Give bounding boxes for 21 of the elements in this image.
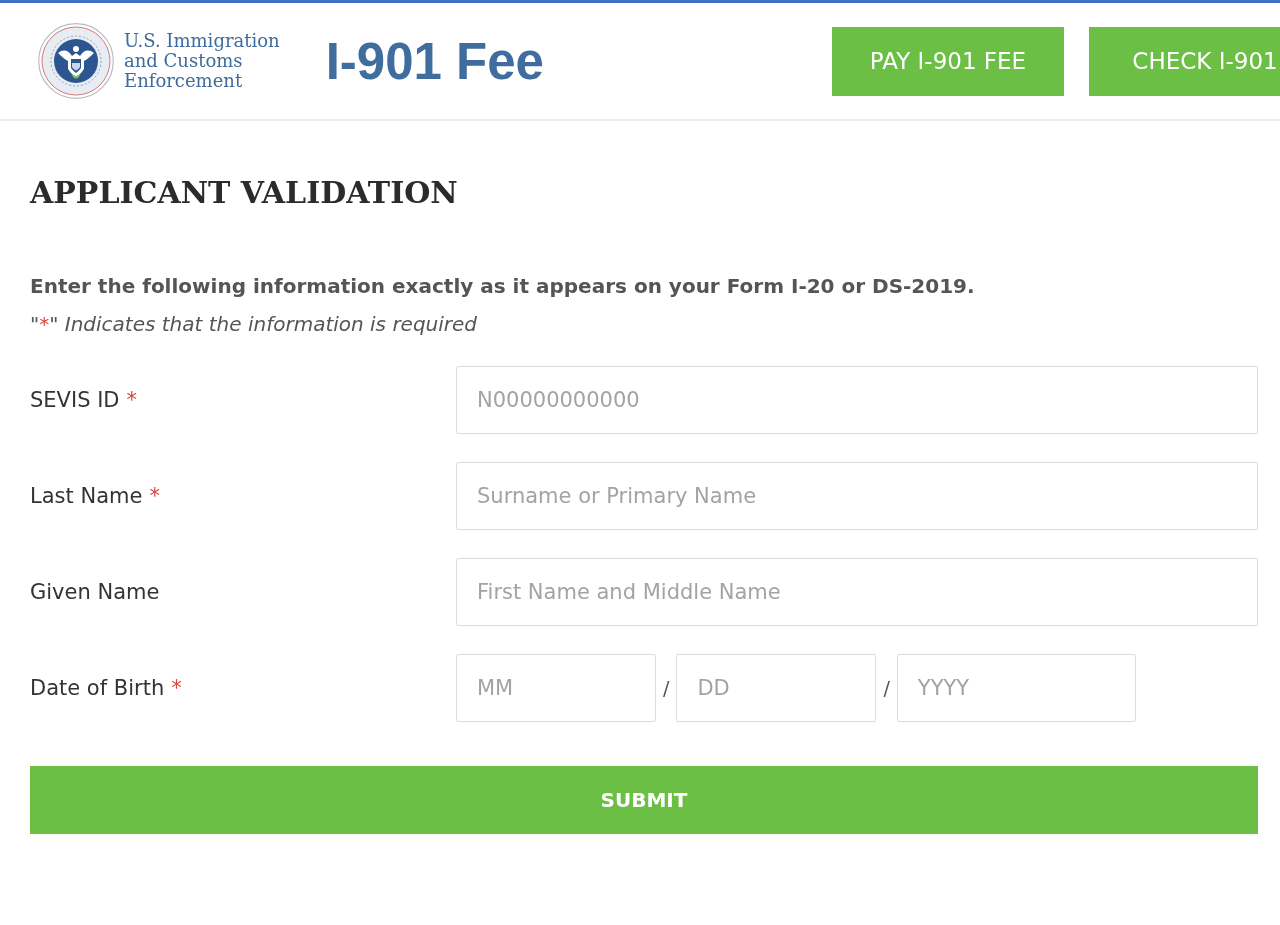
required-note: "*" Indicates that the information is required	[30, 311, 479, 337]
section-heading: APPLICANT VALIDATION	[30, 175, 459, 211]
input-field[interactable]: First Name and Middle Name	[456, 558, 1258, 626]
seal-icon	[38, 23, 114, 99]
submit-button[interactable]: SUBMIT	[30, 766, 1258, 834]
page-title: I-901 Fee	[325, 35, 544, 87]
date-field[interactable]: YYYY	[896, 654, 1136, 722]
agency-name: U.S. Immigration and Customs Enforcement	[124, 31, 280, 91]
input-field[interactable]: Surname or Primary Name	[456, 462, 1258, 530]
nav-button[interactable]: CHECK I-901	[1089, 26, 1280, 96]
field-label: Given Name	[30, 580, 161, 604]
input-field[interactable]: N00000000000	[456, 366, 1258, 434]
field-label: Date of Birth *	[30, 676, 183, 700]
field-label: Last Name *	[30, 484, 161, 508]
date-field[interactable]: DD	[676, 654, 877, 722]
date-separator: /	[883, 677, 890, 699]
date-field[interactable]: MM	[456, 654, 656, 722]
field-label: SEVIS ID *	[30, 388, 139, 412]
instructions-text: Enter the following information exactly as it appears on your Form I-20 or DS-2019.	[30, 273, 976, 300]
date-separator: /	[663, 677, 670, 699]
nav-button[interactable]: PAY I-901 FEE	[832, 26, 1064, 96]
